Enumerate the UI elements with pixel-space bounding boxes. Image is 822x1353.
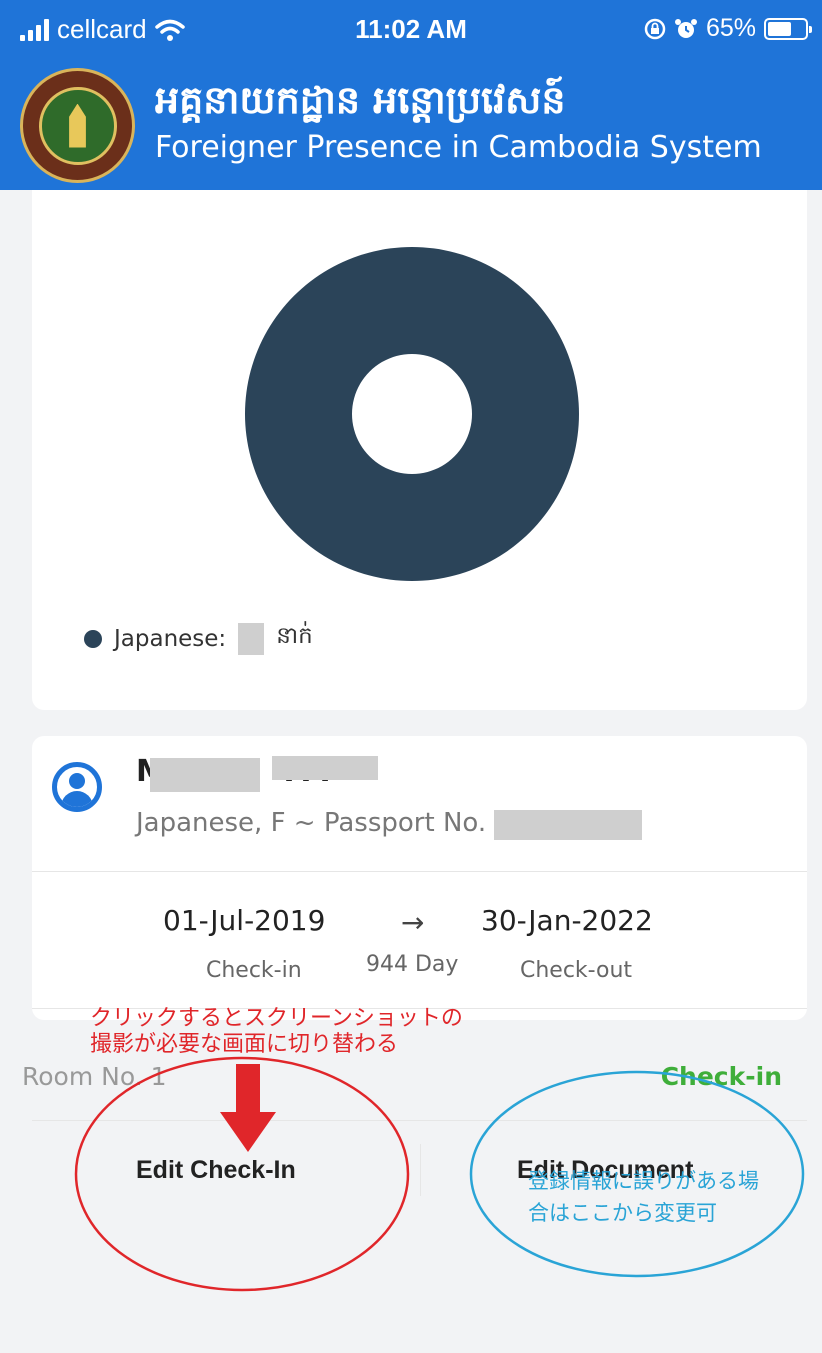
legend-unit: នាក់ [276, 623, 313, 649]
battery-fill [768, 21, 792, 36]
header-title-english: Foreigner Presence in Cambodia System [155, 130, 762, 165]
guest-divider-3 [32, 1120, 807, 1121]
redacted-name-block-2 [272, 756, 378, 780]
header-title-khmer: អគ្គនាយកដ្ឋាន អន្តោប្រវេសន៍ [155, 78, 566, 122]
redacted-count [238, 622, 265, 655]
redacted-name-block-1 [150, 758, 260, 792]
battery-icon [764, 17, 812, 40]
checkin-status: Check-in [660, 1062, 782, 1091]
checkin-label: Check-in [206, 958, 302, 983]
checkout-label: Check-out [520, 958, 633, 983]
app-header: អគ្គនាយកដ្ឋាន អន្តោប្រវេសន៍ Foreigner Pr… [0, 62, 822, 190]
checkout-date: 30-Jan-2022 [481, 904, 653, 937]
room-number: Room No. 1 [22, 1062, 167, 1091]
arrow-right-icon: → [401, 906, 425, 939]
button-separator [420, 1144, 421, 1196]
blue-annotation-line-2: 合はここから変更可 [528, 1201, 717, 1225]
blue-annotation-text: 登録情報に誤りがある場 合はここから変更可 [528, 1168, 759, 1226]
status-bar: cellcard 11:02 AM 65% [0, 0, 822, 62]
department-seal-icon [20, 68, 135, 183]
chart-legend: Japanese: នាក់ [84, 622, 313, 655]
edit-checkin-button[interactable]: Edit Check-In [136, 1156, 296, 1185]
battery-percent: 65% [705, 14, 756, 42]
user-avatar-icon [52, 762, 102, 812]
checkin-date: 01-Jul-2019 [163, 904, 326, 937]
alarm-icon [674, 18, 697, 38]
red-annotation-line-1: クリックするとスクリーンショットの [90, 1006, 463, 1031]
redacted-passport [494, 810, 642, 840]
legend-label-japanese: Japanese: [114, 625, 227, 652]
rotation-lock-icon [644, 18, 666, 39]
red-annotation-text: クリックするとスクリーンショットの 撮影が必要な画面に切り替わる [90, 1006, 463, 1058]
guest-nationality-passport: Japanese, F ~ Passport No. TR [136, 808, 529, 838]
blue-annotation-line-1: 登録情報に誤りがある場 [528, 1169, 759, 1193]
status-right: 65% [644, 14, 812, 43]
donut-chart [244, 247, 579, 581]
donut-slice-japanese [244, 247, 579, 581]
red-annotation-line-2: 撮影が必要な画面に切り替わる [90, 1032, 399, 1057]
seal-tower [69, 103, 86, 148]
guest-card[interactable]: MA I Japanese, F ~ Passport No. TR [32, 736, 807, 1020]
avatar-head [69, 773, 85, 789]
guest-divider-1 [32, 871, 807, 872]
nationality-chart-card: Japanese: នាក់ [32, 190, 807, 710]
seal-inner [38, 86, 117, 165]
avatar-body [61, 791, 93, 807]
legend-dot-japanese [84, 629, 102, 648]
stay-duration: 944 Day [366, 952, 459, 977]
red-arrow-icon [220, 1064, 276, 1152]
